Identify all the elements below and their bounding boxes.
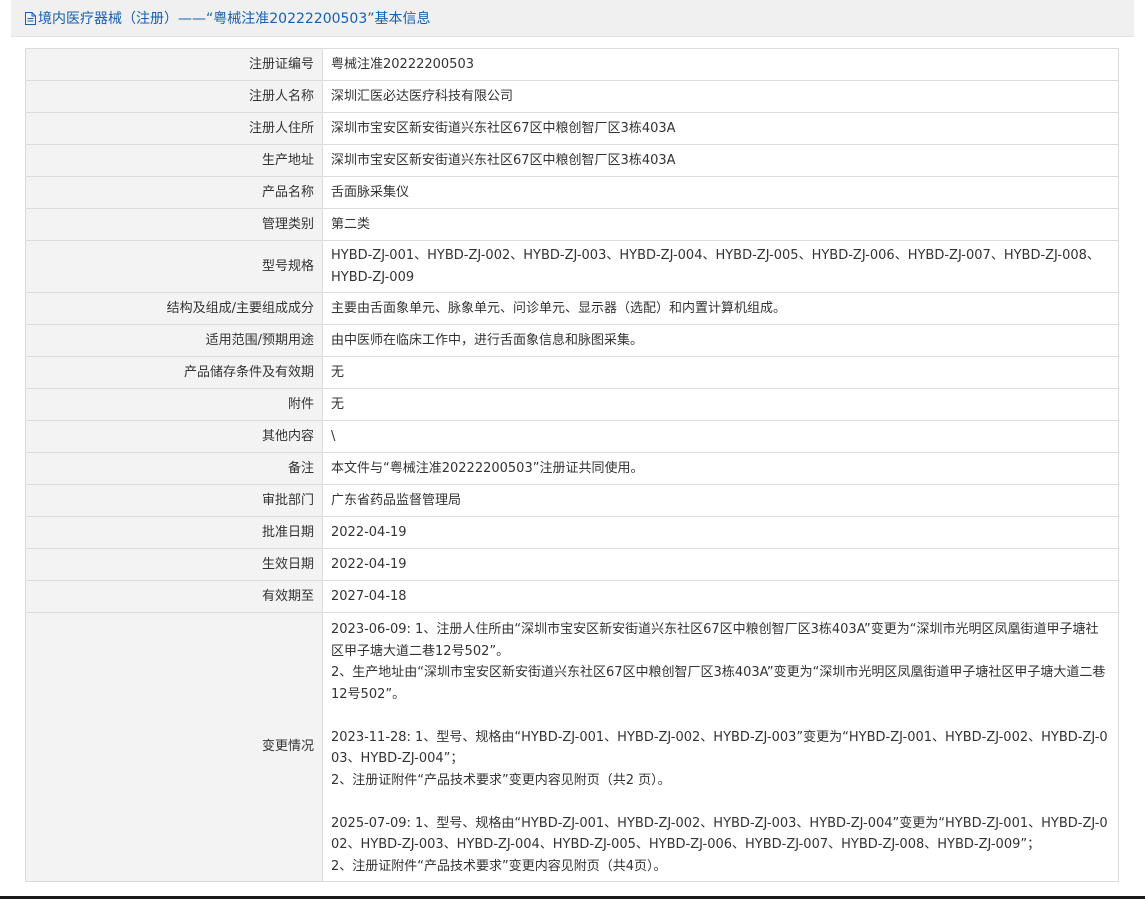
row-value: 粤械注准20222200503 xyxy=(322,48,1119,81)
info-table: 注册证编号 粤械注准20222200503 注册人名称 深圳汇医必达医疗科技有限公司注… xyxy=(25,48,1119,882)
row-value: 深圳市宝安区新安街道兴东社区67区中粮创智厂区3栋403A xyxy=(322,112,1119,145)
row-label: 产品储存条件及有效期 xyxy=(25,356,323,389)
row-label: 注册证编号 xyxy=(25,48,323,81)
row-label: 有效期至 xyxy=(25,580,323,613)
row-label: 附件 xyxy=(25,388,323,421)
table-row: 适用范围/预期用途 由中医师在临床工作中，进行舌面象信息和脉图采集。 xyxy=(25,324,1119,357)
row-label: 批准日期 xyxy=(25,516,323,549)
row-value: 本文件与“粤械注准20222200503”注册证共同使用。 xyxy=(322,452,1119,485)
change-line: 2、生产地址由“深圳市宝安区新安街道兴东社区67区中粮创智厂区3栋403A”变更… xyxy=(331,665,1106,702)
row-value: 2027-04-18 xyxy=(322,580,1119,613)
row-value: 广东省药品监督管理局 xyxy=(322,484,1119,517)
change-gap xyxy=(331,791,1108,813)
row-label: 其他内容 xyxy=(25,420,323,453)
change-line: 2023-11-28: 1、型号、规格由“HYBD-ZJ-001、HYBD-ZJ… xyxy=(331,729,1108,767)
row-label: 变更情况 xyxy=(25,612,323,882)
row-value: 第二类 xyxy=(322,208,1119,241)
row-value: 无 xyxy=(322,356,1119,389)
row-label: 审批部门 xyxy=(25,484,323,517)
change-gap xyxy=(331,705,1108,727)
row-label: 结构及组成/主要组成成分 xyxy=(25,292,323,325)
table-row: 审批部门 广东省药品监督管理局 xyxy=(25,484,1119,517)
row-value: 深圳汇医必达医疗科技有限公司 xyxy=(322,80,1119,113)
row-value: \ xyxy=(322,420,1119,453)
row-value: 由中医师在临床工作中，进行舌面象信息和脉图采集。 xyxy=(322,324,1119,357)
changes-value: 2023-06-09: 1、注册人住所由“深圳市宝安区新安街道兴东社区67区中粮… xyxy=(322,612,1119,882)
table-row: 备注 本文件与“粤械注准20222200503”注册证共同使用。 xyxy=(25,452,1119,485)
table-row: 结构及组成/主要组成成分 主要由舌面象单元、脉象单元、问诊单元、显示器（选配）和内… xyxy=(25,292,1119,325)
row-value: 无 xyxy=(322,388,1119,421)
page-title: 境内医疗器械（注册）——“粤械注准20222200503”基本信息 xyxy=(38,11,431,27)
row-label: 产品名称 xyxy=(25,176,323,209)
table-row: 附件无 xyxy=(25,388,1119,421)
page-header: 境内医疗器械（注册）——“粤械注准20222200503”基本信息 xyxy=(11,0,1134,37)
row-value: 2022-04-19 xyxy=(322,548,1119,581)
change-line: 2、注册证附件“产品技术要求”变更内容见附页（共2 页）。 xyxy=(331,772,671,788)
table-row: 管理类别 第二类 xyxy=(25,208,1119,241)
table-row: 其他内容 \ xyxy=(25,420,1119,453)
table-row: 批准日期 2022-04-19 xyxy=(25,516,1119,549)
row-label: 生效日期 xyxy=(25,548,323,581)
row-label: 注册人住所 xyxy=(25,112,323,145)
table-row: 注册人名称 深圳汇医必达医疗科技有限公司 xyxy=(25,80,1119,113)
row-value: 舌面脉采集仪 xyxy=(322,176,1119,209)
row-label: 注册人名称 xyxy=(25,80,323,113)
row-label: 适用范围/预期用途 xyxy=(25,324,323,357)
row-label: 型号规格 xyxy=(25,240,323,293)
table-row: 产品名称 舌面脉采集仪 xyxy=(25,176,1119,209)
table-row: 有效期至 2027-04-18 xyxy=(25,580,1119,613)
table-row: 注册证编号 粤械注准20222200503 xyxy=(25,48,1119,81)
table-row: 注册人住所 深圳市宝安区新安街道兴东社区67区中粮创智厂区3栋403A xyxy=(25,112,1119,145)
table-row: 型号规格 HYBD-ZJ-001、HYBD-ZJ-002、HYBD-ZJ-003、… xyxy=(25,240,1119,293)
row-value: 2022-04-19 xyxy=(322,516,1119,549)
table-row: 生产地址 深圳市宝安区新安街道兴东社区67区中粮创智厂区3栋403A xyxy=(25,144,1119,177)
change-line: 2023-06-09: 1、注册人住所由“深圳市宝安区新安街道兴东社区67区中粮… xyxy=(331,622,1099,659)
document-icon xyxy=(25,11,36,25)
table-row: 生效日期 2022-04-19 xyxy=(25,548,1119,581)
row-label: 备注 xyxy=(25,452,323,485)
row-label: 生产地址 xyxy=(25,144,323,177)
row-value: 深圳市宝安区新安街道兴东社区67区中粮创智厂区3栋403A xyxy=(322,144,1119,177)
table-row-changes: 变更情况 2023-06-09: 1、注册人住所由“深圳市宝安区新安街道兴东社区6… xyxy=(25,612,1119,882)
change-line: 2025-07-09: 1、型号、规格由“HYBD-ZJ-001、HYBD-ZJ… xyxy=(331,815,1108,853)
row-label: 管理类别 xyxy=(25,208,323,241)
table-row: 产品储存条件及有效期无 xyxy=(25,356,1119,389)
change-line: 2、注册证附件“产品技术要求”变更内容见附页（共4页）。 xyxy=(331,858,667,874)
row-value: 主要由舌面象单元、脉象单元、问诊单元、显示器（选配）和内置计算机组成。 xyxy=(322,292,1119,325)
row-value: HYBD-ZJ-001、HYBD-ZJ-002、HYBD-ZJ-003、HYBD… xyxy=(322,240,1119,293)
